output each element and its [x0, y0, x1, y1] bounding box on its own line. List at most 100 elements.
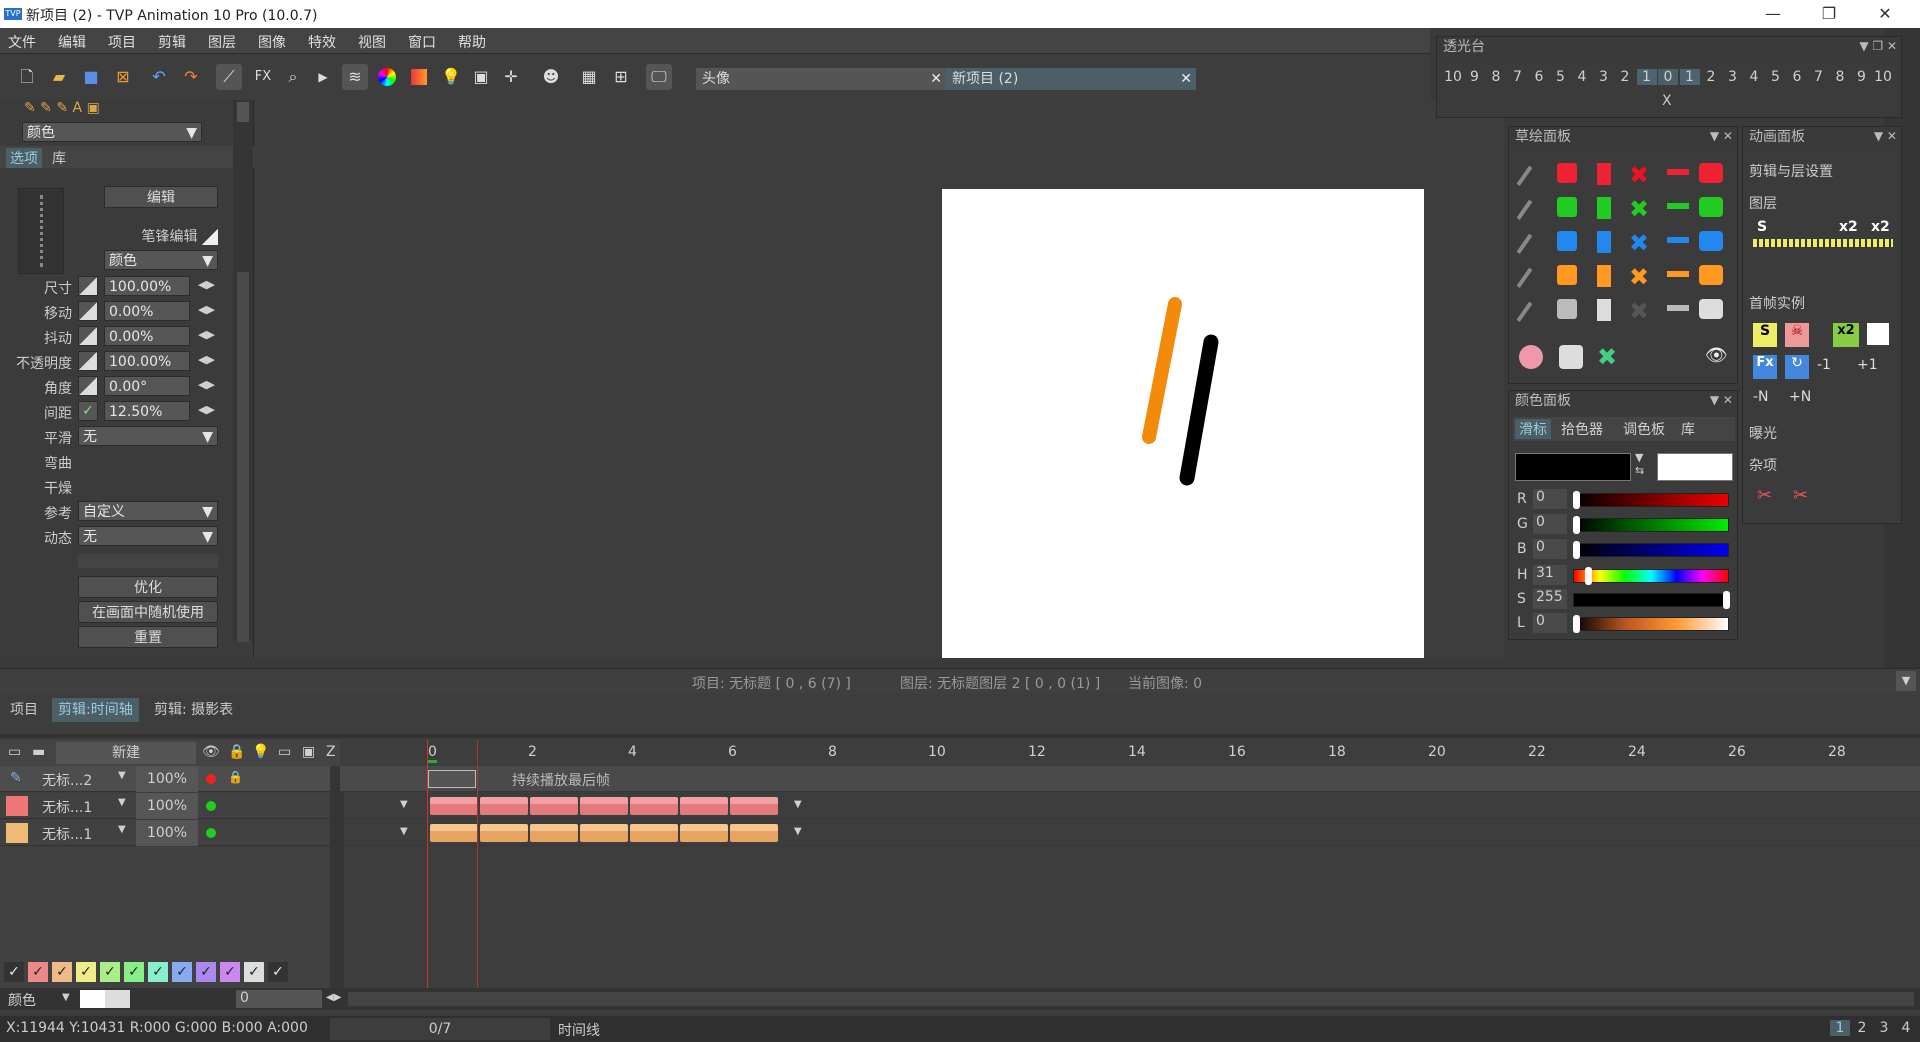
slider-r-value[interactable]: 0	[1533, 489, 1567, 509]
status-menu-icon[interactable]: ▼	[1896, 671, 1916, 691]
drawing-canvas[interactable]	[942, 189, 1424, 658]
track-row[interactable]: 持续播放最后帧	[340, 766, 1920, 792]
opacity-slider-arrows-icon[interactable]: ◀▶	[198, 353, 215, 366]
monitor-icon[interactable]: 🖵	[646, 64, 672, 90]
lightbox-frame-7[interactable]: 3	[1594, 69, 1614, 85]
folder-icon[interactable]: ▭	[8, 744, 21, 760]
restore-button[interactable]: ❐	[1806, 2, 1852, 26]
layer-color-swatch[interactable]: ✓	[76, 962, 96, 982]
slider-l-value[interactable]: 0	[1533, 613, 1567, 633]
lightbox-frame-5[interactable]: 5	[1551, 69, 1571, 85]
layer-color-swatch[interactable]: ✓	[244, 962, 264, 982]
lightbox-frame-18[interactable]: 8	[1830, 69, 1850, 85]
blend-eraser-icon[interactable]	[1559, 345, 1583, 369]
slider-b-value[interactable]: 0	[1533, 539, 1567, 559]
menu-clip[interactable]: 剪辑	[158, 32, 186, 52]
frame-input[interactable]: 0	[236, 990, 322, 1008]
move-slider-arrows-icon[interactable]: ◀▶	[198, 303, 215, 316]
frame-cell[interactable]	[480, 797, 528, 815]
size-field[interactable]: 100.00%	[104, 276, 190, 296]
frame-cell[interactable]	[530, 797, 578, 815]
layer-color-swatch[interactable]: ✓	[124, 962, 144, 982]
page-3-button[interactable]: 3	[1874, 1020, 1894, 1036]
layer-menu-icon[interactable]: ▼	[118, 770, 126, 781]
magic-wand-icon[interactable]: ⟋	[216, 64, 242, 90]
slider-h-track[interactable]	[1573, 569, 1729, 583]
lightbox-frame-6[interactable]: 4	[1572, 69, 1592, 85]
layer-color-swatch[interactable]: ✓	[28, 962, 48, 982]
lightbox-frame-3[interactable]: 7	[1508, 69, 1528, 85]
frame-cell[interactable]	[428, 770, 476, 788]
menu-help[interactable]: 帮助	[458, 32, 486, 52]
close-tab-icon[interactable]: ✕	[930, 68, 942, 90]
frame-cell[interactable]	[630, 824, 678, 842]
multi-color-tool-icon[interactable]: ✖	[1597, 343, 1617, 371]
color-select-2[interactable]: 颜色 ▼	[104, 250, 218, 270]
tab-palette[interactable]: 调色板	[1623, 419, 1665, 439]
lightbox-frame-14[interactable]: 4	[1744, 69, 1764, 85]
tab-project[interactable]: 项目	[4, 698, 44, 722]
instance-action-icons[interactable]: S ☠ x2 Fx ↻ -1 +1 -N +N	[1753, 323, 1897, 419]
section-clip-layer-settings[interactable]: 剪辑与层设置	[1749, 161, 1833, 181]
camera-icon[interactable]: ▬	[32, 744, 45, 760]
new-file-icon[interactable]: 🗋	[14, 64, 40, 90]
brush-tools-icons[interactable]: ✎ ✎ ✎ A ▣	[24, 100, 194, 116]
slider-b-track[interactable]	[1573, 543, 1729, 557]
page-2-button[interactable]: 2	[1852, 1020, 1872, 1036]
layer-lock-icon[interactable]: 🔒	[228, 770, 243, 784]
lightbox-frame-19[interactable]: 9	[1852, 69, 1872, 85]
track-row[interactable]: ▼ ▼	[340, 793, 1920, 819]
left-panel-scrollbar[interactable]	[233, 100, 253, 642]
menu-layer[interactable]: 图层	[208, 32, 236, 52]
reset-button[interactable]: 重置	[78, 626, 218, 648]
lightbox-frame-10[interactable]: 0	[1658, 69, 1678, 85]
tab-new-project[interactable]: 新项目 (2) ✕	[946, 68, 1196, 90]
redo-icon[interactable]: ↷	[178, 64, 204, 90]
section-first-frame-instance[interactable]: 首帧实例	[1749, 293, 1805, 313]
layer-row[interactable]: ✎ 无标...2 ▼ 100% 🔒	[0, 766, 340, 792]
frame-cell[interactable]	[530, 824, 578, 842]
slider-l-handle[interactable]	[1573, 615, 1580, 633]
angle-slider-arrows-icon[interactable]: ◀▶	[198, 378, 215, 391]
layer-color-swatch[interactable]: ✓	[220, 962, 240, 982]
random-use-button[interactable]: 在画面中随机使用	[78, 601, 218, 623]
size-slider-arrows-icon[interactable]: ◀▶	[198, 278, 215, 291]
lightbox-frame-12[interactable]: 2	[1701, 69, 1721, 85]
tab-options[interactable]: 选项	[6, 148, 42, 168]
dynamic-select[interactable]: 无 ▼	[78, 526, 218, 546]
slider-b-handle[interactable]	[1573, 541, 1580, 559]
tab-avatar[interactable]: 头像 ✕	[696, 68, 946, 90]
track-menu-icon[interactable]: ▼	[400, 826, 408, 837]
menu-project[interactable]: 项目	[108, 32, 136, 52]
undo-icon[interactable]: ↶	[146, 64, 172, 90]
menu-effects[interactable]: 特效	[308, 32, 336, 52]
tab-color-library[interactable]: 库	[1681, 419, 1695, 439]
misc-tool-1-icon[interactable]: ✂	[1757, 485, 1772, 506]
frame-cell[interactable]	[680, 797, 728, 815]
layer-color-dot[interactable]	[206, 801, 216, 811]
visibility-eye-icon[interactable]: 👁	[1705, 345, 1728, 366]
grid-icon[interactable]: ▦	[576, 64, 602, 90]
menu-edit[interactable]: 编辑	[58, 32, 86, 52]
tab-picker[interactable]: 拾色器	[1561, 419, 1603, 439]
close-project-icon[interactable]: ⊠	[110, 64, 136, 90]
layer-opacity[interactable]: 100%	[136, 766, 198, 792]
color-mode-select[interactable]: 颜色 ▼	[22, 122, 202, 142]
lightbulb-icon[interactable]: 💡	[438, 64, 464, 90]
timeline-scrollbar[interactable]	[348, 992, 1914, 1006]
opacity-curve-icon[interactable]	[78, 351, 98, 371]
mask-icon[interactable]: ☻	[538, 64, 564, 90]
gradient-icon[interactable]	[406, 64, 432, 90]
opacity-field[interactable]: 100.00%	[104, 351, 190, 371]
angle-field[interactable]: 0.00°	[104, 376, 190, 396]
eye-icon[interactable]: 👁	[202, 744, 220, 760]
slider-h-value[interactable]: 31	[1533, 565, 1567, 585]
frame-cell[interactable]	[630, 797, 678, 815]
layer-name[interactable]: 无标...2	[42, 770, 92, 790]
save-icon[interactable]: ■	[78, 64, 104, 90]
layer-action-icons[interactable]: S x2 x2	[1753, 219, 1893, 263]
spacing-slider-arrows-icon[interactable]: ◀▶	[198, 403, 215, 416]
tab-clip-timeline[interactable]: 剪辑:时间轴	[52, 698, 139, 722]
light-icon[interactable]: 💡	[252, 744, 269, 760]
jitter-field[interactable]: 0.00%	[104, 326, 190, 346]
